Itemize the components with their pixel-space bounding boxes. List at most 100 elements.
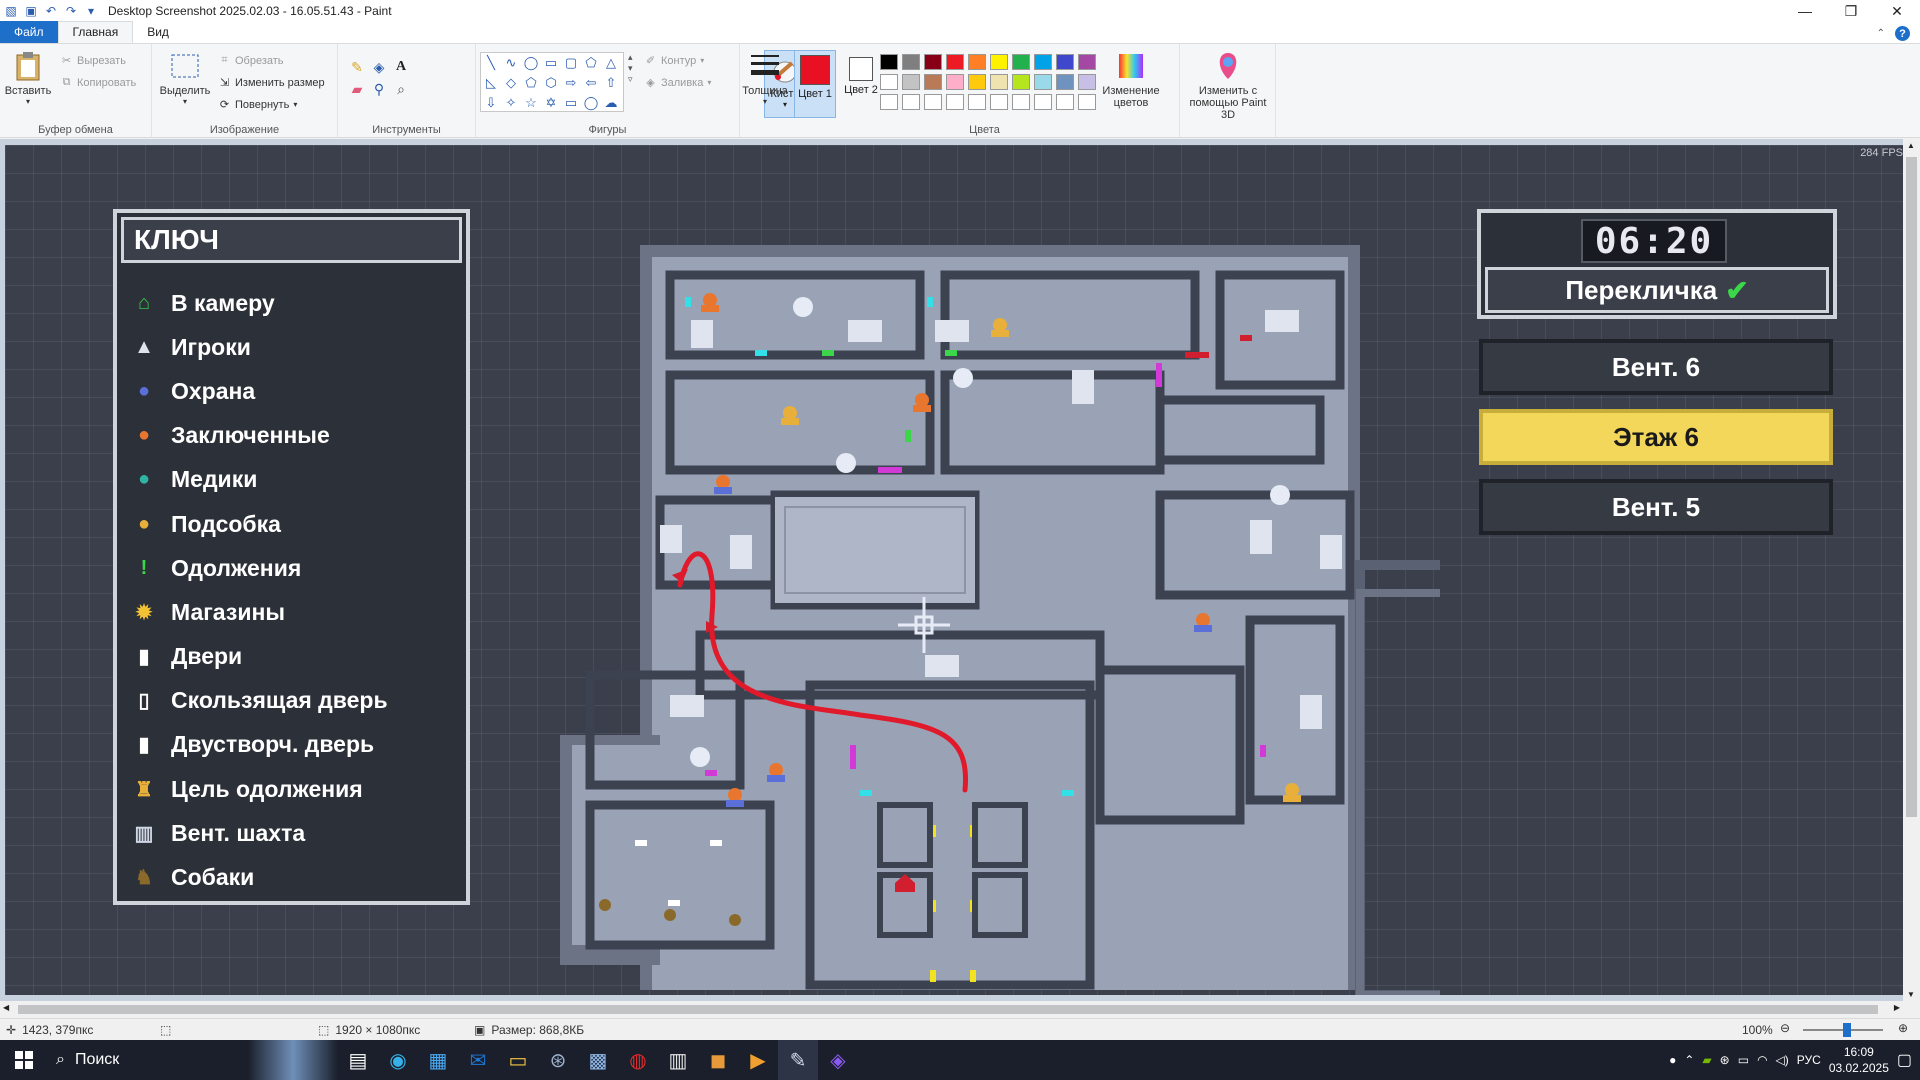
color1-button[interactable]: Цвет 1 — [794, 50, 836, 118]
collapse-ribbon-icon[interactable]: ⌃ — [1877, 28, 1885, 39]
palette-swatch[interactable] — [946, 94, 964, 110]
palette-swatch[interactable] — [968, 94, 986, 110]
palette-swatch[interactable] — [946, 74, 964, 90]
minimize-button[interactable]: — — [1782, 0, 1828, 22]
taskbar-search[interactable]: ⌕ Поиск — [48, 1040, 248, 1080]
palette-swatch[interactable] — [1078, 74, 1096, 90]
language-indicator[interactable]: РУС — [1797, 1053, 1821, 1067]
fill-button[interactable]: ◈ Заливка ▾ — [644, 76, 711, 90]
palette-swatch[interactable] — [924, 74, 942, 90]
palette-swatch[interactable] — [1012, 74, 1030, 90]
paint3d-button[interactable]: Изменить с помощью Paint 3D — [1184, 50, 1272, 121]
palette-swatch[interactable] — [968, 54, 986, 70]
edge-icon[interactable]: ◉ — [378, 1040, 418, 1080]
right-triangle-shape-icon[interactable]: ◺ — [481, 73, 501, 93]
help-icon[interactable]: ? — [1895, 26, 1910, 41]
magnifier-icon[interactable]: ⌕ — [390, 78, 412, 100]
task-view-icon[interactable]: ▤ — [338, 1040, 378, 1080]
game-screenshot[interactable]: 284 FPS КЛЮЧ ⌂ В камеру ▲ Игроки ● Охрана ● Зак… — [5, 145, 1907, 995]
app-icon-3[interactable]: ▥ — [658, 1040, 698, 1080]
palette-swatch[interactable] — [924, 54, 942, 70]
horizontal-scrollbar[interactable]: ◀ ▶ — [0, 1001, 1903, 1018]
zoom-out-icon[interactable]: ⊖ — [1780, 1021, 1790, 1035]
store-icon[interactable]: ▦ — [418, 1040, 458, 1080]
palette-swatch[interactable] — [1012, 54, 1030, 70]
curve-shape-icon[interactable]: ∿ — [501, 53, 521, 73]
canvas-area[interactable]: 284 FPS КЛЮЧ ⌂ В камеру ▲ Игроки ● Охрана ● Зак… — [0, 139, 1920, 1001]
line-shape-icon[interactable]: ╲ — [481, 53, 501, 73]
scroll-up-icon[interactable]: ▲ — [1907, 141, 1915, 150]
pentagon-shape-icon[interactable]: ⬠ — [521, 73, 541, 93]
zoom-in-icon[interactable]: ⊕ — [1898, 1021, 1908, 1035]
four-point-star-shape-icon[interactable]: ✧ — [501, 93, 521, 113]
outline-button[interactable]: ✐ Контур ▾ — [644, 54, 704, 68]
wifi-icon[interactable]: ◠ — [1757, 1053, 1767, 1067]
app-icon-6[interactable]: ◈ — [818, 1040, 858, 1080]
palette-swatch[interactable] — [880, 54, 898, 70]
left-arrow-shape-icon[interactable]: ⇦ — [581, 73, 601, 93]
nvidia-icon[interactable]: ▰ — [1702, 1053, 1711, 1067]
steam-tray-icon[interactable]: ⊛ — [1720, 1053, 1730, 1067]
diamond-shape-icon[interactable]: ◇ — [501, 73, 521, 93]
app-icon-2[interactable]: ◍ — [618, 1040, 658, 1080]
fill-bucket-icon[interactable]: ◈ — [368, 56, 390, 78]
size-button[interactable]: Толщина ▾ — [742, 50, 788, 106]
scroll-left-icon[interactable]: ◀ — [3, 1003, 9, 1012]
customize-qa-icon[interactable]: ▾ — [84, 4, 98, 18]
color2-button[interactable]: Цвет 2 — [840, 50, 882, 118]
text-icon[interactable]: A — [390, 56, 412, 78]
paint-taskbar-icon[interactable]: ✎ — [778, 1040, 818, 1080]
six-point-star-shape-icon[interactable]: ✡ — [541, 93, 561, 113]
rectangle-shape-icon[interactable]: ▭ — [541, 53, 561, 73]
rounded-rect-shape-icon[interactable]: ▢ — [561, 53, 581, 73]
down-arrow-shape-icon[interactable]: ⇩ — [481, 93, 501, 113]
palette-swatch[interactable] — [924, 94, 942, 110]
palette-swatch[interactable] — [902, 54, 920, 70]
palette-swatch[interactable] — [1056, 94, 1074, 110]
app-icon-5[interactable]: ▶ — [738, 1040, 778, 1080]
horizontal-scroll-thumb[interactable] — [18, 1005, 1878, 1014]
steam-icon[interactable]: ⊛ — [538, 1040, 578, 1080]
callout-rect-shape-icon[interactable]: ▭ — [561, 93, 581, 113]
floor-button-vent5[interactable]: Вент. 5 — [1479, 479, 1833, 535]
palette-swatch[interactable] — [946, 54, 964, 70]
pencil-icon[interactable]: ✎ — [346, 56, 368, 78]
start-button[interactable] — [0, 1040, 48, 1080]
outlook-icon[interactable]: ✉ — [458, 1040, 498, 1080]
crop-button[interactable]: ⌗ Обрезать — [218, 54, 283, 67]
palette-swatch[interactable] — [990, 74, 1008, 90]
palette-swatch[interactable] — [1012, 94, 1030, 110]
undo-icon[interactable]: ↶ — [44, 4, 58, 18]
cloud-shape-icon[interactable]: ☁ — [601, 93, 621, 113]
palette-swatch[interactable] — [880, 74, 898, 90]
palette-swatch[interactable] — [902, 74, 920, 90]
system-clock[interactable]: 16:09 03.02.2025 — [1829, 1044, 1889, 1076]
floor-button-vent6[interactable]: Вент. 6 — [1479, 339, 1833, 395]
paste-dropdown-icon[interactable]: ▾ — [26, 97, 30, 106]
tab-view[interactable]: Вид — [133, 21, 183, 43]
palette-swatch[interactable] — [968, 74, 986, 90]
select-button[interactable]: Выделить ▾ — [158, 50, 212, 106]
palette-swatch[interactable] — [1034, 54, 1052, 70]
right-arrow-shape-icon[interactable]: ⇨ — [561, 73, 581, 93]
close-button[interactable]: ✕ — [1874, 0, 1920, 22]
floor-button-floor6[interactable]: Этаж 6 — [1479, 409, 1833, 465]
battery-icon[interactable]: ▭ — [1738, 1053, 1749, 1067]
triangle-shape-icon[interactable]: △ — [601, 53, 621, 73]
five-point-star-shape-icon[interactable]: ☆ — [521, 93, 541, 113]
select-dropdown-icon[interactable]: ▾ — [183, 97, 187, 106]
copy-button[interactable]: ⧉ Копировать — [60, 76, 137, 89]
palette-swatch[interactable] — [880, 94, 898, 110]
oval-shape-icon[interactable]: ◯ — [521, 53, 541, 73]
rotate-button[interactable]: ⟳ Повернуть ▾ — [218, 98, 297, 112]
maximize-button[interactable]: ❐ — [1828, 0, 1874, 22]
zoom-slider[interactable] — [1803, 1023, 1883, 1037]
eraser-icon[interactable]: ▰ — [346, 78, 368, 100]
zoom-slider-thumb[interactable] — [1843, 1023, 1851, 1037]
file-explorer-icon[interactable]: ▭ — [498, 1040, 538, 1080]
palette-swatch[interactable] — [1056, 74, 1074, 90]
save-icon[interactable]: ▣ — [24, 4, 38, 18]
tab-home[interactable]: Главная — [57, 21, 134, 43]
app-icon-1[interactable]: ▩ — [578, 1040, 618, 1080]
up-arrow-shape-icon[interactable]: ⇧ — [601, 73, 621, 93]
